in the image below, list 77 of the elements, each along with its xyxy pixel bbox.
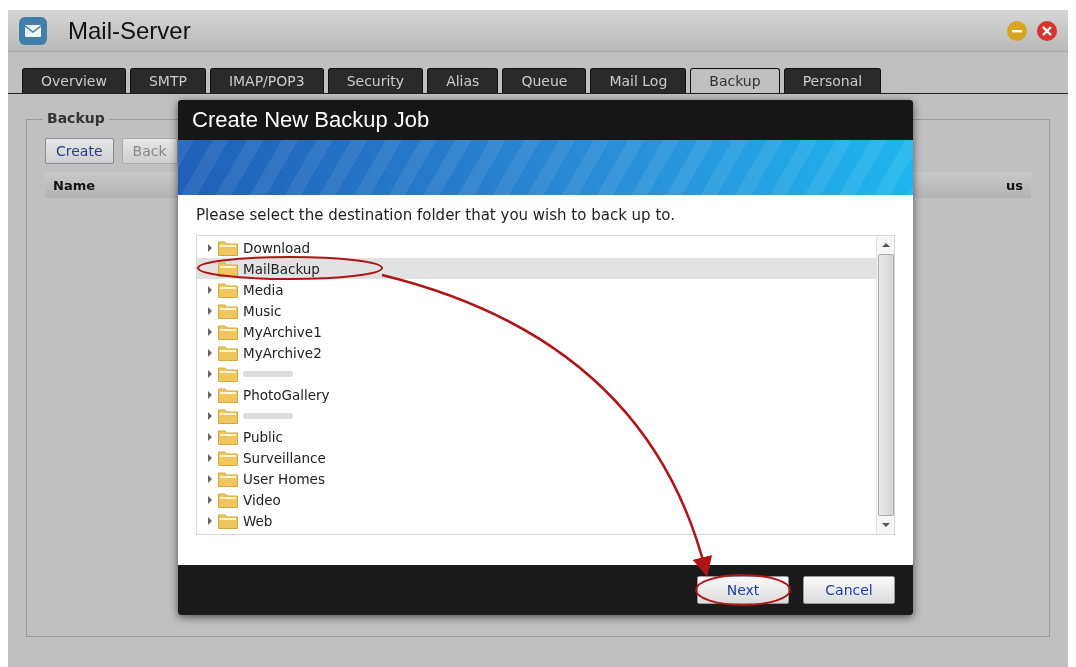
tab[interactable]: SMTP — [129, 68, 206, 93]
tab[interactable]: Backup — [690, 68, 780, 93]
scroll-down-icon[interactable] — [880, 522, 891, 528]
folder-icon — [218, 344, 238, 361]
folder-icon — [218, 302, 238, 319]
scroll-up-icon[interactable] — [880, 242, 891, 248]
tab[interactable]: Queue — [502, 68, 587, 93]
folder-icon — [218, 323, 238, 340]
expand-arrow-icon[interactable] — [207, 474, 213, 483]
close-icon[interactable] — [1036, 19, 1058, 42]
folder-row[interactable]: Web — [197, 510, 876, 531]
folder-icon — [218, 449, 238, 466]
folder-name: MyArchive1 — [243, 323, 322, 340]
folder-icon — [218, 407, 238, 424]
tab[interactable]: Overview — [22, 68, 126, 93]
toolbar-button[interactable]: Create — [45, 138, 114, 164]
folder-name: Public — [243, 428, 283, 445]
folder-row[interactable]: MyArchive1 — [197, 321, 876, 342]
expand-arrow-icon[interactable] — [207, 306, 213, 315]
expand-arrow-icon[interactable] — [207, 432, 213, 441]
dialog-button[interactable]: Next — [697, 576, 789, 604]
obscured-label — [243, 370, 293, 377]
folder-row[interactable]: Surveillance — [197, 447, 876, 468]
expand-arrow-icon[interactable] — [207, 495, 213, 504]
folder-name: Download — [243, 239, 311, 256]
column-header: us — [1006, 177, 1023, 193]
tab[interactable]: Security — [327, 68, 424, 93]
tab[interactable]: Personal — [783, 68, 882, 93]
folder-row[interactable]: Music — [197, 300, 876, 321]
scroll-thumb[interactable] — [877, 254, 894, 516]
folder-row[interactable]: Public — [197, 426, 876, 447]
scrollbar[interactable] — [876, 236, 894, 534]
dialog-title: Create New Backup Job — [192, 107, 430, 133]
folder-name: Music — [243, 302, 282, 319]
folder-row[interactable]: Download — [197, 237, 876, 258]
folder-row[interactable]: MyArchive2 — [197, 342, 876, 363]
folder-name: Surveillance — [243, 449, 326, 466]
folder-name: Video — [243, 491, 281, 508]
folder-icon — [218, 512, 238, 529]
panel-legend: Backup — [43, 110, 109, 126]
expand-arrow-icon[interactable] — [207, 243, 213, 252]
window-title: Mail-Server — [68, 16, 191, 45]
expand-arrow-icon[interactable] — [207, 285, 213, 294]
expand-arrow-icon[interactable] — [207, 390, 213, 399]
expand-arrow-icon[interactable] — [207, 516, 213, 525]
tab[interactable]: Alias — [427, 68, 499, 93]
folder-row[interactable]: Media — [197, 279, 876, 300]
obscured-label — [243, 412, 293, 419]
dialog-prompt: Please select the destination folder that you wish to back up to. — [195, 205, 676, 226]
folder-icon — [218, 386, 238, 403]
expand-arrow-icon[interactable] — [207, 327, 213, 336]
folder-row[interactable]: User Homes — [197, 468, 876, 489]
mail-app-icon — [18, 15, 48, 46]
expand-arrow-icon[interactable] — [207, 348, 213, 357]
folder-icon — [218, 260, 238, 277]
tab[interactable]: IMAP/POP3 — [209, 68, 324, 93]
folder-name: MyArchive2 — [243, 344, 322, 361]
folder-name: MailBackup — [243, 260, 320, 277]
expand-arrow-icon[interactable] — [207, 453, 213, 462]
folder-icon — [218, 428, 238, 445]
folder-row[interactable]: Video — [197, 489, 876, 510]
expand-arrow-icon[interactable] — [207, 369, 213, 378]
folder-icon — [218, 491, 238, 508]
folder-row[interactable]: PhotoGallery — [197, 384, 876, 405]
folder-name: User Homes — [243, 470, 325, 487]
tab[interactable]: Mail Log — [590, 68, 687, 93]
folder-name: Media — [243, 281, 284, 298]
folder-name: PhotoGallery — [243, 386, 330, 403]
folder-icon — [218, 239, 238, 256]
folder-icon — [218, 470, 238, 487]
column-header: Name — [53, 177, 95, 193]
folder-icon — [218, 281, 238, 298]
expand-arrow-icon[interactable] — [207, 411, 213, 420]
folder-icon — [218, 365, 238, 382]
dialog-button[interactable]: Cancel — [803, 576, 895, 604]
folder-name: Web — [243, 512, 273, 529]
folder-row[interactable]: MailBackup — [197, 258, 876, 279]
